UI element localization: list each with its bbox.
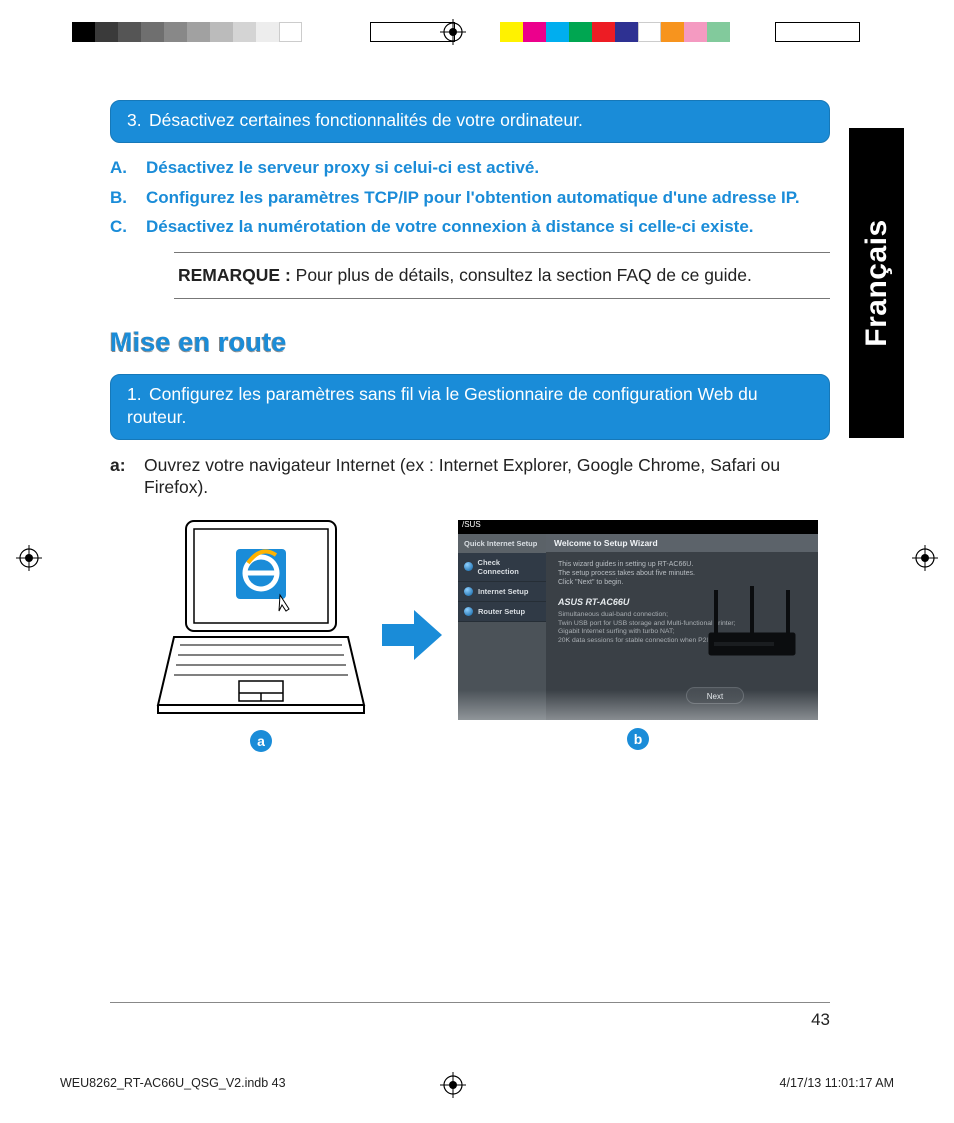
wizard-main: Welcome to Setup Wizard This wizard guid…	[546, 534, 818, 720]
wizard-sidebar-row: Internet Setup	[458, 582, 546, 602]
registration-mark-icon	[440, 1072, 466, 1098]
step-number: 1.	[127, 383, 149, 406]
setup-wizard-screenshot: /SUS Quick Internet Setup Check Connecti…	[458, 520, 818, 720]
registration-mark-icon	[440, 19, 466, 45]
wizard-sidebar: Quick Internet Setup Check Connection In…	[458, 534, 546, 720]
page-content: 3.Désactivez certaines fonctionnalités d…	[110, 100, 830, 752]
wizard-sidebar-row: Check Connection	[458, 553, 546, 582]
substep-a: a: Ouvrez votre navigateur Internet (ex …	[110, 454, 830, 500]
laptop-icon	[156, 517, 366, 722]
sub-item-a-text: Désactivez le serveur proxy si celui-ci …	[146, 157, 830, 179]
step-number: 3.	[127, 109, 149, 132]
step-dot-icon	[464, 607, 473, 616]
step-dot-icon	[464, 587, 473, 596]
step-1-pill: 1.Configurez les paramètres sans fil via…	[110, 374, 830, 440]
step-3-text: Désactivez certaines fonctionnalités de …	[149, 110, 583, 130]
wizard-title: Welcome to Setup Wizard	[546, 534, 818, 552]
wizard-sidebar-header: Quick Internet Setup	[458, 534, 546, 553]
sub-item-c-text: Désactivez la numérotation de votre conn…	[146, 216, 830, 238]
footer-datetime: 4/17/13 11:01:17 AM	[780, 1076, 894, 1090]
sub-item-b-text: Configurez les paramètres TCP/IP pour l'…	[146, 187, 830, 209]
step-dot-icon	[464, 562, 473, 571]
note-box: REMARQUE : Pour plus de détails, consult…	[174, 252, 830, 299]
language-tab: Français	[849, 128, 904, 438]
color-calibration-right	[500, 22, 860, 42]
sub-item-b: B. Configurez les paramètres TCP/IP pour…	[110, 187, 830, 209]
wizard-next-button[interactable]: Next	[686, 687, 744, 704]
step-3-pill: 3.Désactivez certaines fonctionnalités d…	[110, 100, 830, 143]
substep-a-text: Ouvrez votre navigateur Internet (ex : I…	[144, 454, 830, 500]
section-heading: Mise en route	[110, 327, 830, 358]
figure-badge-b: b	[627, 728, 649, 750]
registration-mark-icon	[16, 545, 42, 571]
sub-item-a: A. Désactivez le serveur proxy si celui-…	[110, 157, 830, 179]
footer-rule	[110, 1002, 830, 1003]
sub-item-b-label: B.	[110, 187, 146, 209]
sub-item-c-label: C.	[110, 216, 146, 238]
note-text: Pour plus de détails, consultez la secti…	[291, 265, 752, 285]
substep-a-label: a:	[110, 454, 144, 500]
color-calibration-left	[72, 22, 455, 42]
figure-b-column: /SUS Quick Internet Setup Check Connecti…	[458, 520, 818, 750]
figure-badge-a: a	[250, 730, 272, 752]
language-tab-label: Français	[860, 219, 894, 346]
wizard-brand: /SUS	[458, 520, 818, 534]
router-icon	[698, 582, 806, 668]
sub-list: A. Désactivez le serveur proxy si celui-…	[110, 157, 830, 238]
wizard-sidebar-row: Router Setup	[458, 602, 546, 622]
page-number: 43	[811, 1010, 830, 1030]
step-1-text: Configurez les paramètres sans fil via l…	[127, 384, 758, 427]
sub-item-a-label: A.	[110, 157, 146, 179]
figure-a-column: a	[156, 517, 366, 752]
footer-filename: WEU8262_RT-AC66U_QSG_V2.indb 43	[60, 1076, 286, 1090]
note-prefix: REMARQUE :	[178, 265, 291, 285]
registration-mark-icon	[912, 545, 938, 571]
figure-row: a /SUS Quick Internet Setup Check Connec…	[110, 517, 830, 752]
arrow-right-icon	[380, 608, 444, 662]
sub-item-c: C. Désactivez la numérotation de votre c…	[110, 216, 830, 238]
